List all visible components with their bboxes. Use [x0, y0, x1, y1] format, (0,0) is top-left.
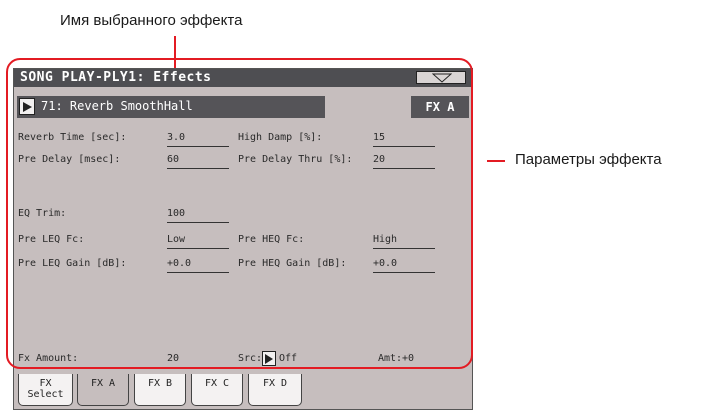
tab-fx-select[interactable]: FX Select — [18, 374, 73, 406]
tab-fx-select-line2: Select — [27, 389, 64, 400]
tab-fx-d[interactable]: FX D — [248, 374, 302, 406]
tab-fx-a[interactable]: FX A — [77, 374, 129, 406]
annotation-connector-line — [487, 160, 505, 162]
tab-fx-c-label: FX C — [204, 378, 230, 389]
tab-fx-a-label: FX A — [90, 378, 116, 389]
effect-parameters-annotation: Параметры эффекта — [515, 151, 662, 168]
tab-fx-select-line1: FX — [39, 378, 52, 389]
tab-fx-d-label: FX D — [262, 378, 288, 389]
tab-fx-b[interactable]: FX B — [134, 374, 186, 406]
parameters-highlight-frame — [6, 58, 473, 369]
tab-fx-b-label: FX B — [147, 378, 173, 389]
selected-effect-name-annotation: Имя выбранного эффекта — [60, 12, 243, 29]
tab-fx-c[interactable]: FX C — [191, 374, 243, 406]
